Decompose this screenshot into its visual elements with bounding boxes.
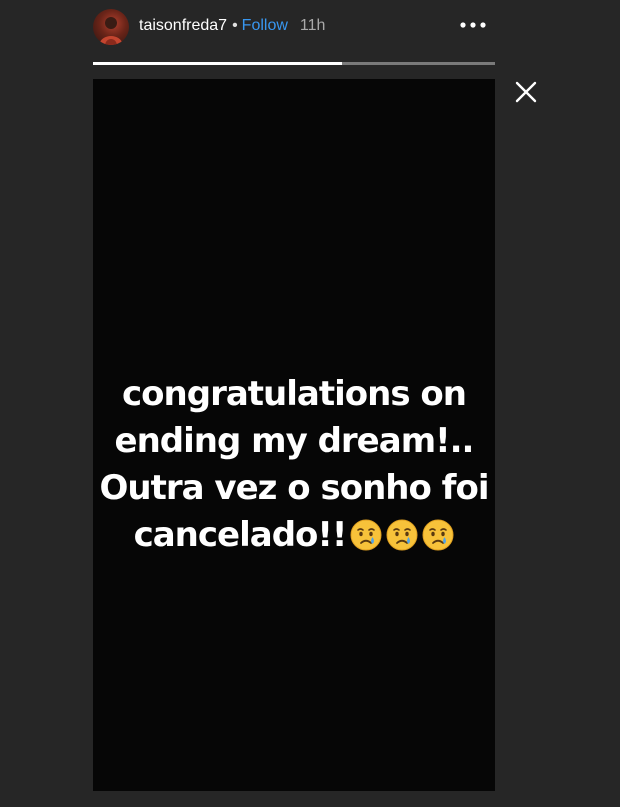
crying-face-icon (350, 519, 382, 551)
caption-line-2: ending my dream!.. (114, 421, 475, 461)
post-time: 11h (299, 17, 326, 34)
header-text: taisonfreda7 • Follow 11h (139, 17, 325, 35)
username[interactable]: taisonfreda7 (139, 17, 227, 34)
close-icon[interactable] (514, 80, 538, 104)
avatar[interactable] (93, 9, 129, 45)
follow-button[interactable]: Follow (242, 17, 288, 34)
separator-dot: • (232, 17, 238, 34)
story-progress-bar (93, 62, 495, 65)
story-progress-fill (93, 62, 343, 65)
more-dots-icon[interactable] (458, 18, 488, 32)
caption-line-1: congratulations on (122, 374, 467, 414)
avatar-image (99, 17, 123, 45)
story-caption: congratulations on ending my dream!.. Ou… (93, 371, 495, 559)
caption-line-3: Outra vez o sonho foi (99, 468, 490, 508)
story-content[interactable]: congratulations on ending my dream!.. Ou… (93, 79, 495, 791)
crying-face-icon (386, 519, 418, 551)
caption-line-4-text: cancelado!! (133, 515, 348, 555)
caption-line-4: cancelado!! (93, 512, 495, 559)
story-header: taisonfreda7 • Follow 11h (93, 6, 495, 48)
crying-face-icon (422, 519, 454, 551)
